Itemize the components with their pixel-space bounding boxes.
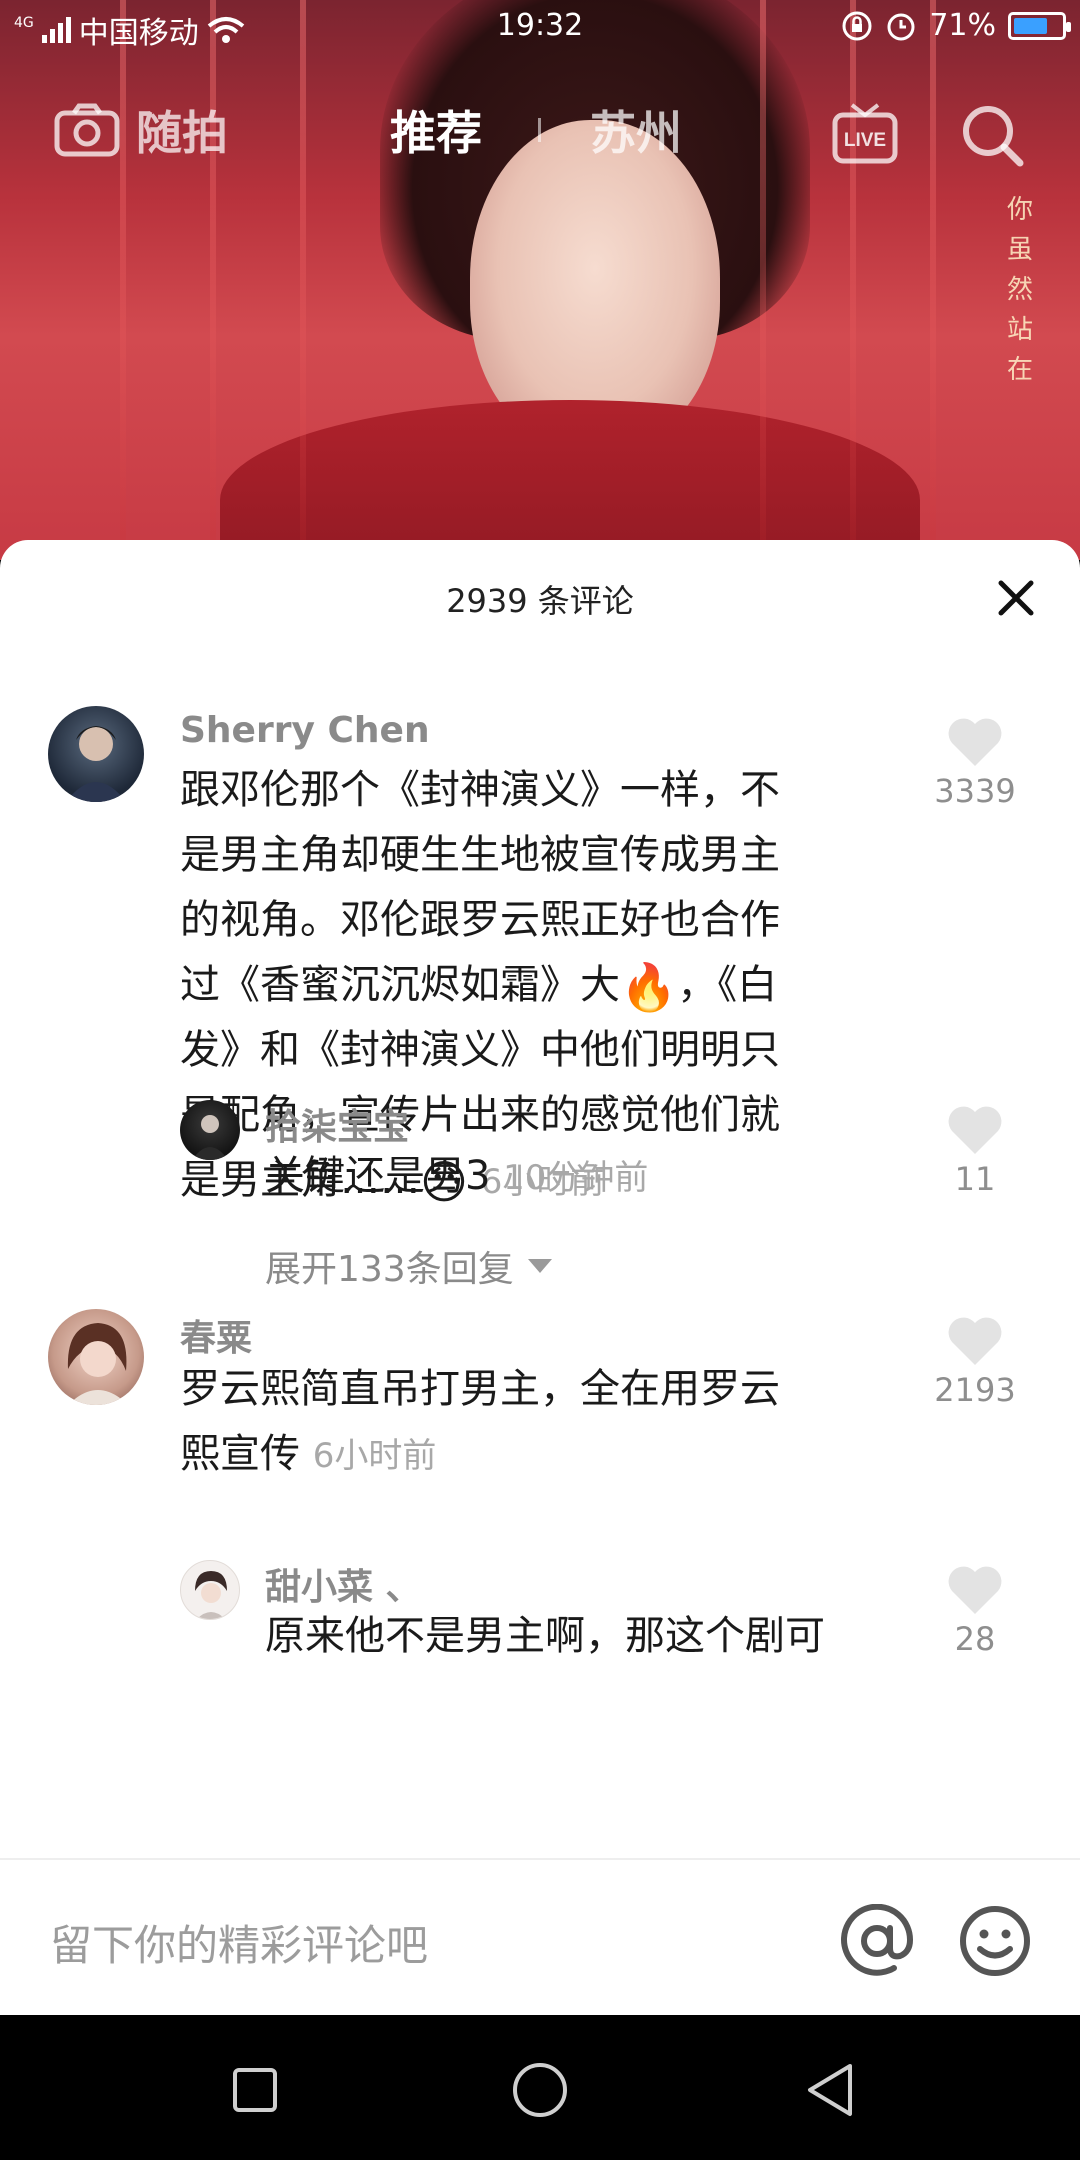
camera-icon — [54, 103, 120, 157]
comment-sheet: 2939 条评论 Sherry Chen 跟邓伦那个《封神演义》一样，不 是男主… — [0, 540, 1080, 2015]
comment-line-tail: ，《白 — [677, 962, 778, 1008]
avatar-image — [195, 1571, 227, 1619]
chevron-down-icon — [527, 1259, 552, 1273]
video-player[interactable]: 你 虽 然 站 在 — [0, 0, 1080, 560]
comment-author[interactable]: 拾柒宝宝 — [265, 1098, 409, 1150]
comment-input[interactable]: 留下你的精彩评论吧 — [50, 1912, 428, 1973]
video-frame-robe — [220, 400, 920, 560]
battery-level — [1014, 17, 1047, 34]
comment-author[interactable]: Sherry Chen — [180, 710, 430, 751]
expand-replies-label: 展开133条回复 — [265, 1249, 514, 1290]
veil-strand — [210, 0, 216, 560]
comment-time: 6小时前 — [312, 1436, 437, 1476]
battery-icon — [1008, 11, 1071, 40]
comment-text: 关键还是男3 10分钟前 — [265, 1144, 865, 1211]
like-button[interactable]: 2193 — [910, 1315, 1040, 1409]
avatar-image — [66, 726, 126, 802]
like-button[interactable]: 3339 — [910, 716, 1040, 810]
comment-author[interactable]: 春粟 — [180, 1309, 252, 1361]
alarm-icon — [887, 13, 915, 40]
heart-icon — [948, 1317, 1002, 1365]
veil-strand — [300, 0, 306, 560]
battery-percent: 71% — [929, 8, 996, 43]
svg-text:LIVE: LIVE — [844, 130, 886, 151]
comment-count-title: 2939 条评论 — [446, 582, 634, 620]
like-button[interactable]: 11 — [910, 1104, 1040, 1198]
comment-line: 过《香蜜沉沉烬如霜》大🔥，《白 — [180, 953, 880, 1018]
comment-line: 发》和《封神演义》中他们明明只 — [180, 1027, 780, 1073]
like-count: 11 — [954, 1160, 996, 1198]
tab-recommend[interactable]: 推荐 — [390, 90, 482, 170]
avatar[interactable] — [48, 1309, 144, 1405]
avatar[interactable] — [180, 1560, 240, 1620]
comment-text: 原来他不是男主啊，那这个剧可 — [265, 1613, 825, 1659]
comment-line: 是男主角却硬生生地被宣传成男主 — [180, 832, 780, 878]
rotation-lock-icon — [842, 11, 872, 40]
veil-strand — [850, 0, 856, 560]
avatar[interactable] — [180, 1100, 240, 1160]
veil-strand — [120, 0, 126, 560]
comment-line: 的视角。邓伦跟罗云熙正好也合作 — [180, 897, 780, 943]
camera-label: 随拍 — [136, 106, 228, 160]
comment-line: 关键还是男3 — [265, 1153, 491, 1199]
comment-line: 熙宣传 6小时前 — [180, 1422, 880, 1489]
heart-icon — [948, 1566, 1002, 1614]
expand-replies-button[interactable]: 展开133条回复 — [265, 1240, 552, 1292]
status-bar: 4G 中国移动 19:32 71% — [0, 0, 1080, 52]
like-count: 3339 — [934, 772, 1016, 810]
live-icon[interactable]: LIVE — [832, 94, 898, 174]
status-right: 71% — [841, 8, 1071, 43]
heart-icon — [948, 718, 1002, 766]
comment-line-text: 过《香蜜沉沉烬如霜》大 — [180, 962, 620, 1008]
tab-city[interactable]: 苏州 — [590, 90, 682, 170]
close-icon[interactable] — [996, 578, 1036, 618]
comment-time: 10分钟前 — [503, 1158, 649, 1198]
comment-input-bar: 留下你的精彩评论吧 — [0, 1858, 1080, 2015]
comment-text: 罗云熙简直吊打男主，全在用罗云 熙宣传 6小时前 — [180, 1357, 880, 1489]
back-icon[interactable] — [800, 2060, 860, 2120]
comment-line: 跟邓伦那个《封神演义》一样，不 — [180, 767, 780, 813]
camera-button[interactable]: 随拍 — [54, 90, 228, 170]
like-count: 28 — [954, 1620, 996, 1658]
emoji-icon[interactable] — [958, 1904, 1032, 1978]
top-nav: 随拍 推荐 苏州 LIVE — [0, 90, 1080, 170]
comment-line: 罗云熙简直吊打男主，全在用罗云 — [180, 1366, 780, 1412]
veil-strand — [760, 0, 766, 560]
heart-icon — [948, 1106, 1002, 1154]
sheet-header: 2939 条评论 — [0, 540, 1080, 655]
recent-apps-icon[interactable] — [225, 2060, 285, 2120]
avatar-image — [192, 1115, 228, 1160]
fire-emoji-icon: 🔥 — [620, 960, 678, 1014]
avatar[interactable] — [48, 706, 144, 802]
home-icon[interactable] — [510, 2060, 570, 2120]
comment-line-text: 熙宣传 — [180, 1431, 300, 1477]
search-icon[interactable] — [960, 96, 1026, 176]
video-overlay-text: 你 虽 然 站 在 — [1006, 195, 1033, 385]
mention-at-icon[interactable] — [840, 1904, 914, 1978]
like-button[interactable]: 28 — [910, 1564, 1040, 1658]
comment-author[interactable]: 甜小菜 、 — [265, 1558, 422, 1610]
nav-divider — [538, 118, 541, 142]
system-navigation-bar — [0, 2015, 1080, 2160]
veil-strand — [930, 0, 936, 560]
like-count: 2193 — [934, 1371, 1016, 1409]
avatar-image — [67, 1323, 128, 1405]
